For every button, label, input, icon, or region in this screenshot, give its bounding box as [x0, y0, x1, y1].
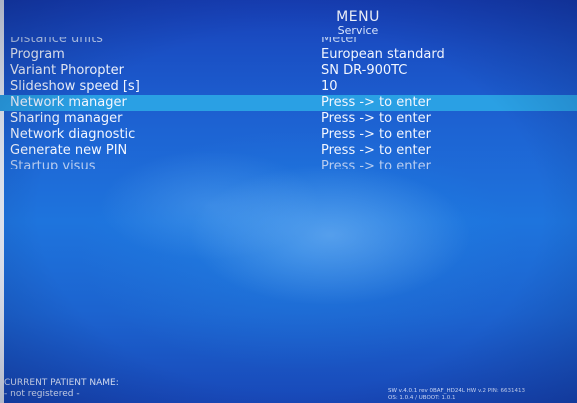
version-info: SW v.4.0.1 rev 0BAF_HD24L HW v.2 PIN: 66…	[388, 388, 525, 402]
software-version-text: SW v.4.0.1 rev 0BAF_HD24L HW v.2 PIN: 66…	[388, 388, 525, 394]
menu-title: MENU	[336, 9, 380, 25]
menu-item-label: Startup visus	[10, 159, 96, 169]
menu-item-label: Generate new PIN	[10, 143, 128, 158]
menu-item-label: Slideshow speed [s]	[10, 79, 140, 94]
menu-item-value: Press -> to enter	[321, 143, 431, 158]
menu-item-value: Press -> to enter	[321, 95, 431, 110]
menu-item-network-manager[interactable]: Network manager Press -> to enter	[0, 95, 577, 111]
patient-name-value: - not registered -	[4, 389, 80, 399]
service-menu-screen: MENU Service Distance units Meter Progra…	[0, 0, 577, 403]
menu-subtitle: Service	[337, 24, 379, 37]
menu-item-value: Press -> to enter	[321, 159, 431, 169]
menu-item-value: 10	[321, 79, 338, 94]
menu-item-label: Sharing manager	[10, 111, 123, 126]
menu-item-value: SN DR-900TC	[321, 63, 408, 78]
menu-item-value: Meter	[321, 37, 359, 46]
menu-item-label: Network manager	[10, 95, 127, 110]
patient-name-label: CURRENT PATIENT NAME:	[4, 378, 119, 388]
menu-item-value: European standard	[321, 47, 445, 62]
service-menu-list: Distance units Meter Program European st…	[0, 37, 577, 175]
menu-item-distance-units[interactable]: Distance units Meter	[0, 37, 577, 47]
menu-item-label: Variant Phoropter	[10, 63, 124, 78]
patient-info: CURRENT PATIENT NAME: - not registered -	[4, 378, 119, 400]
menu-item-label: Program	[10, 47, 65, 62]
menu-item-value: Press -> to enter	[321, 127, 431, 142]
menu-header: MENU Service	[300, 10, 416, 37]
menu-item-label: Network diagnostic	[10, 127, 136, 142]
os-version-text: OS: 1.0.4 / UBOOT: 1.0.1	[388, 395, 456, 401]
menu-item-startup-visus[interactable]: Startup visus Press -> to enter	[0, 159, 577, 169]
menu-item-value: Press -> to enter	[321, 111, 431, 126]
menu-item-network-diagnostic[interactable]: Network diagnostic Press -> to enter	[0, 127, 577, 143]
menu-item-slideshow-speed[interactable]: Slideshow speed [s] 10	[0, 79, 577, 95]
menu-item-variant-phoropter[interactable]: Variant Phoropter SN DR-900TC	[0, 63, 577, 79]
menu-item-generate-new-pin[interactable]: Generate new PIN Press -> to enter	[0, 143, 577, 159]
menu-item-program[interactable]: Program European standard	[0, 47, 577, 63]
menu-item-sharing-manager[interactable]: Sharing manager Press -> to enter	[0, 111, 577, 127]
menu-item-label: Distance units	[10, 37, 103, 46]
